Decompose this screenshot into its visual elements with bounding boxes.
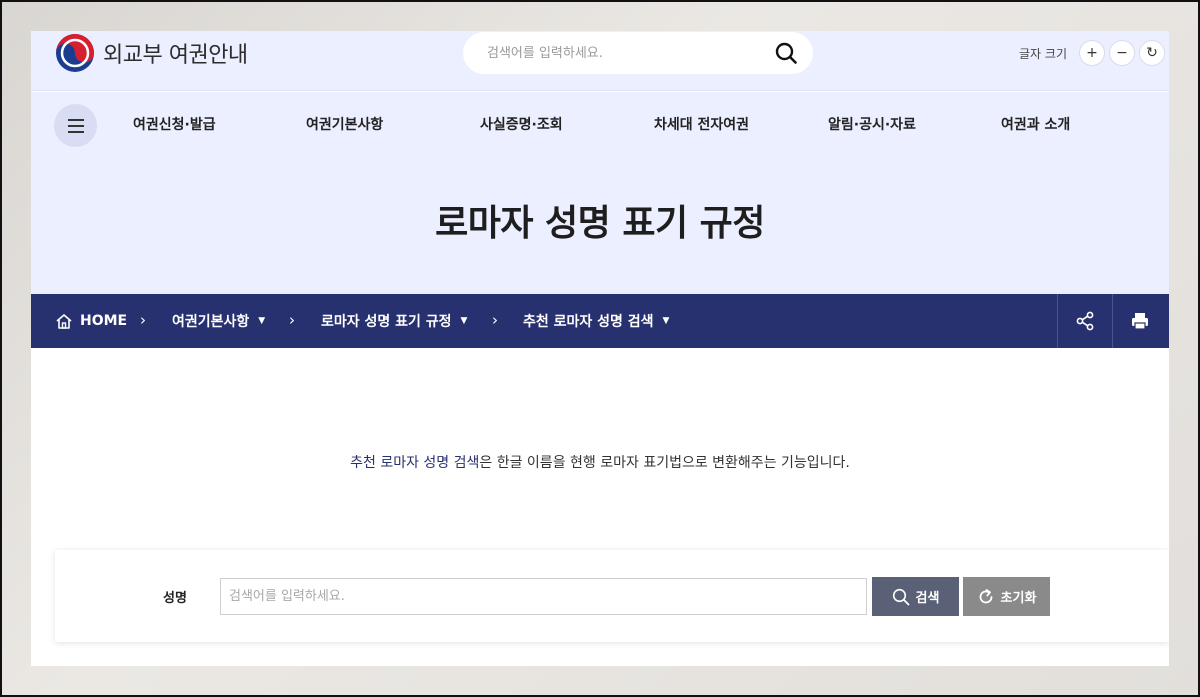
breadcrumb-level2-label: 로마자 성명 표기 규정 [321, 314, 452, 330]
page-title: 로마자 성명 표기 규정 [435, 203, 765, 244]
breadcrumb-level1-label: 여권기본사항 [172, 314, 250, 330]
font-increase-button[interactable]: + [1079, 40, 1105, 66]
breadcrumb-level1[interactable]: 여권기본사항 ▼ [172, 294, 265, 348]
font-decrease-button[interactable]: − [1109, 40, 1135, 66]
nav-item-basics[interactable]: 여권기본사항 [306, 114, 383, 134]
breadcrumb-level3[interactable]: 추천 로마자 성명 검색 ▼ [523, 294, 669, 348]
breadcrumb: HOME › 여권기본사항 ▼ › 로마자 성명 표기 규정 ▼ › 추천 로마… [31, 294, 1169, 348]
hamburger-icon [67, 130, 84, 133]
taegeuk-logo-icon [56, 34, 94, 72]
nav-item-e-passport[interactable]: 차세대 전자여권 [654, 114, 749, 134]
breadcrumb-home[interactable]: HOME [55, 294, 127, 348]
search-button[interactable]: 검색 [872, 577, 959, 616]
search-button-label: 검색 [915, 591, 940, 606]
share-icon [1076, 311, 1094, 331]
nav-item-notice[interactable]: 알림·공시·자료 [828, 114, 916, 134]
intro-text: 추천 로마자 성명 검색은 한글 이름을 현행 로마자 표기법으로 변환해주는 … [31, 452, 1169, 472]
global-search [463, 32, 813, 74]
reset-button-label: 초기화 [1000, 591, 1037, 606]
share-button[interactable] [1057, 294, 1112, 348]
name-search-input[interactable] [220, 578, 867, 615]
name-field-label: 성명 [163, 591, 187, 606]
global-search-input[interactable] [487, 32, 757, 74]
name-search-form: 성명 검색 초기화 [55, 550, 1169, 642]
caret-down-icon: ▼ [662, 316, 670, 326]
print-icon [1132, 313, 1148, 330]
breadcrumb-level2[interactable]: 로마자 성명 표기 규정 ▼ [321, 294, 467, 348]
nav-item-certificate[interactable]: 사실증명·조회 [480, 114, 563, 134]
page-hero: 로마자 성명 표기 규정 [31, 164, 1169, 294]
breadcrumb-home-label: HOME [80, 313, 128, 329]
refresh-icon [979, 588, 992, 603]
search-icon[interactable] [775, 42, 797, 64]
home-icon [56, 313, 72, 329]
main-nav: 여권신청·발급 여권기본사항 사실증명·조회 차세대 전자여권 알림·공시·자료… [31, 92, 1169, 164]
intro-highlight: 추천 로마자 성명 검색 [350, 455, 480, 471]
search-icon [892, 588, 909, 605]
caret-down-icon: ▼ [258, 316, 266, 326]
font-size-label: 글자 크기 [1019, 46, 1067, 61]
page: 외교부 여권안내 글자 크기 + − ↻ 여권신청·발급 여권기본사항 사실증명… [31, 31, 1169, 666]
chevron-right-icon: › [492, 311, 498, 329]
nav-item-about[interactable]: 여권과 소개 [1001, 114, 1070, 134]
font-size-controls: 글자 크기 + − ↻ [1019, 40, 1165, 66]
chevron-right-icon: › [289, 311, 295, 329]
breadcrumb-level3-label: 추천 로마자 성명 검색 [523, 314, 654, 330]
site-title: 외교부 여권안내 [103, 43, 248, 68]
caret-down-icon: ▼ [460, 316, 468, 326]
site-header: 외교부 여권안내 글자 크기 + − ↻ [31, 31, 1169, 91]
intro-rest: 은 한글 이름을 현행 로마자 표기법으로 변환해주는 기능입니다. [479, 455, 850, 471]
all-menu-button[interactable] [54, 104, 97, 147]
site-logo[interactable]: 외교부 여권안내 [55, 33, 248, 73]
hamburger-icon [67, 118, 84, 121]
reset-button[interactable]: 초기화 [963, 577, 1050, 616]
chevron-right-icon: › [140, 311, 146, 329]
nav-item-apply[interactable]: 여권신청·발급 [133, 114, 216, 134]
font-reset-button[interactable]: ↻ [1139, 40, 1165, 66]
print-button[interactable] [1112, 294, 1167, 348]
hamburger-icon [67, 124, 84, 127]
